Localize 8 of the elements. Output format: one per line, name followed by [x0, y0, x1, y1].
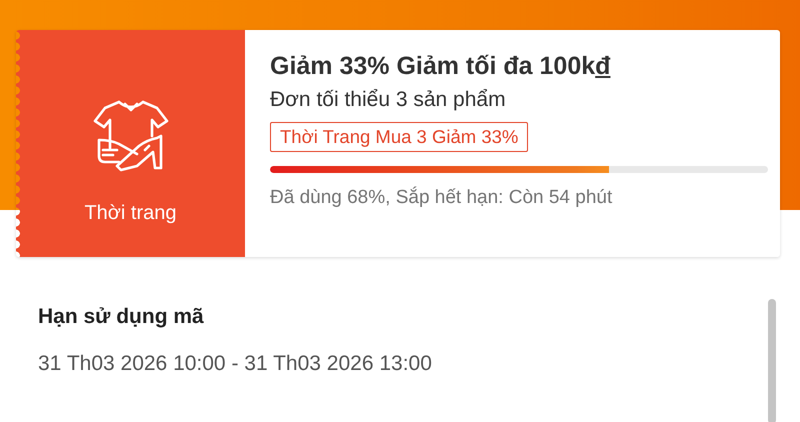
promotion-tag: Thời Trang Mua 3 Giảm 33% — [270, 122, 528, 152]
scrollbar[interactable] — [768, 299, 776, 422]
minimum-order-text: Đơn tối thiểu 3 sản phẩm — [270, 88, 506, 112]
category-label: Thời trang — [84, 202, 177, 225]
usage-status-text: Đã dùng 68%, Sắp hết hạn: Còn 54 phút — [270, 187, 612, 209]
discount-title: Giảm 33% Giảm tối đa 100kđ — [270, 52, 610, 81]
section-heading: Hạn sử dụng mã — [38, 305, 205, 329]
validity-period: 31 Th03 2026 10:00 - 31 Th03 2026 13:00 — [38, 352, 432, 376]
